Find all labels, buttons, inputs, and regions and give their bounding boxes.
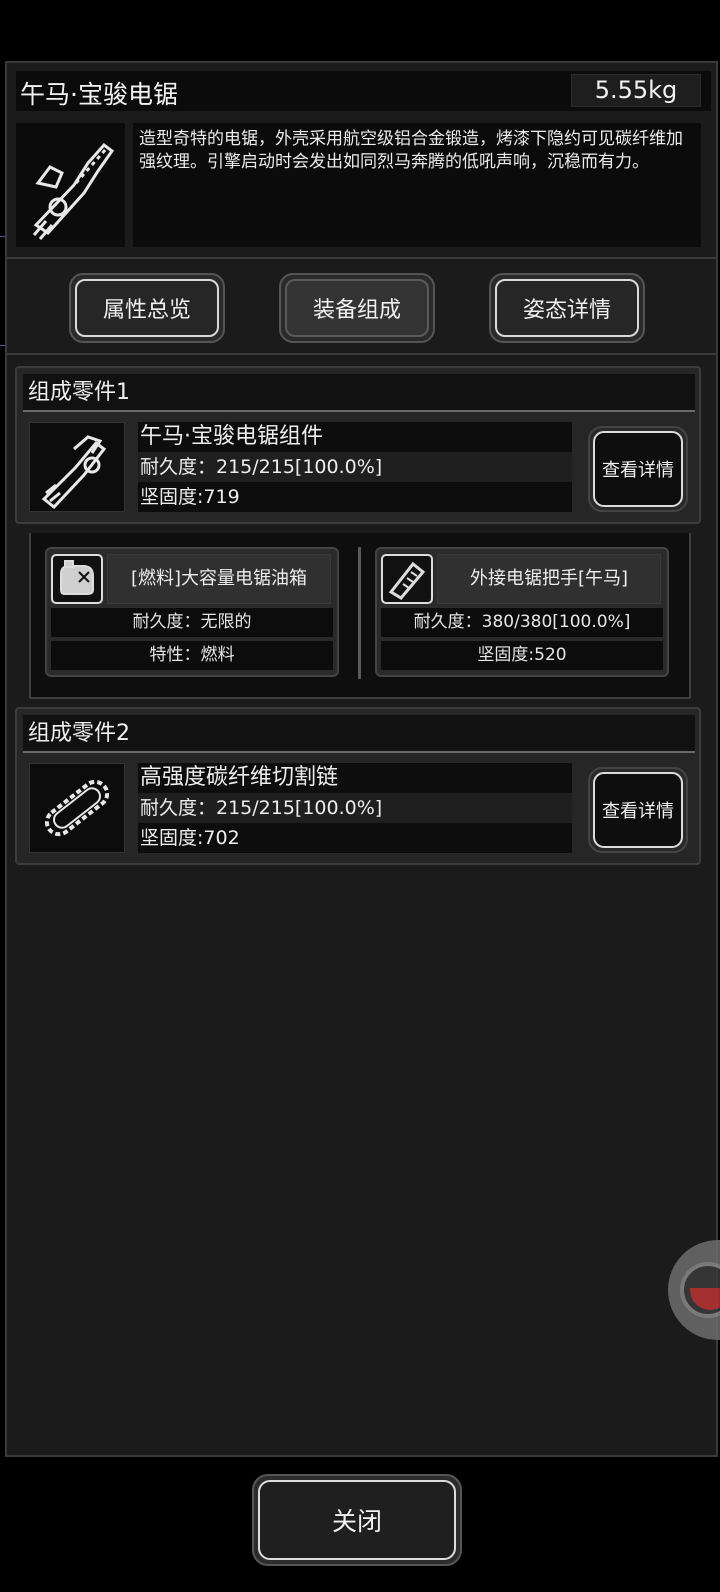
view-details-button[interactable]: 查看详情 bbox=[588, 426, 688, 512]
subpart-trait: 特性：燃料 bbox=[51, 641, 333, 670]
tab-stance-details[interactable]: 姿态详情 bbox=[489, 273, 645, 343]
tab-label: 装备组成 bbox=[285, 279, 429, 337]
subpart-durability: 耐久度：380/380[100.0%] bbox=[381, 608, 663, 637]
component-header: 组成零件1 bbox=[23, 374, 695, 412]
item-weight: 5.55kg bbox=[571, 74, 701, 107]
item-description: 造型奇特的电锯，外壳采用航空级铝合金锻造，烤漆下隐约可见碳纤维加强纹理。引擎启动… bbox=[133, 123, 701, 247]
subpart-durability: 耐久度：无限的 bbox=[51, 608, 333, 637]
tab-equipment-composition[interactable]: 装备组成 bbox=[279, 273, 435, 343]
assistant-icon bbox=[680, 1262, 720, 1318]
subpart-title: 外接电锯把手[午马] bbox=[437, 554, 661, 604]
view-details-label: 查看详情 bbox=[593, 431, 683, 507]
component-block-1: 组成零件1 午马·宝骏电锯组件 耐久度：215/215[100.0%] 坚固度:… bbox=[15, 366, 701, 524]
component-info: 高强度碳纤维切割链 耐久度：215/215[100.0%] 坚固度:702 bbox=[138, 763, 572, 853]
component-info: 午马·宝骏电锯组件 耐久度：215/215[100.0%] 坚固度:719 bbox=[138, 422, 572, 512]
subpart-hardness: 坚固度:520 bbox=[381, 641, 663, 670]
component-hardness: 坚固度:702 bbox=[138, 823, 572, 853]
view-details-label: 查看详情 bbox=[593, 772, 683, 848]
chainsaw-icon bbox=[16, 123, 125, 247]
equipment-panel: 午马·宝骏电锯 5.55kg 造型奇特的电锯，外壳采用航空级铝合金锻造，烤漆下隐… bbox=[5, 61, 718, 1457]
divider bbox=[7, 353, 716, 355]
close-label: 关闭 bbox=[258, 1480, 456, 1560]
component-durability: 耐久度：215/215[100.0%] bbox=[138, 793, 572, 823]
subpart-title: [燃料]大容量电锯油箱 bbox=[107, 554, 331, 604]
component-name: 高强度碳纤维切割链 bbox=[138, 763, 572, 793]
tab-label: 姿态详情 bbox=[495, 279, 639, 337]
handle-icon bbox=[381, 554, 433, 604]
view-details-button[interactable]: 查看详情 bbox=[588, 767, 688, 853]
subparts-container: [燃料]大容量电锯油箱 耐久度：无限的 特性：燃料 外接电锯把手[午马] 耐久度… bbox=[29, 533, 691, 699]
subpart-card-handle[interactable]: 外接电锯把手[午马] 耐久度：380/380[100.0%] 坚固度:520 bbox=[375, 547, 669, 677]
tab-label: 属性总览 bbox=[75, 279, 219, 337]
close-button[interactable]: 关闭 bbox=[252, 1474, 462, 1566]
divider bbox=[7, 257, 716, 259]
component-durability: 耐久度：215/215[100.0%] bbox=[138, 452, 572, 482]
component-block-2: 组成零件2 高强度碳纤维切割链 耐久度：215/215[100.0%] 坚固度:… bbox=[15, 707, 701, 865]
chain-blade-icon bbox=[29, 763, 125, 853]
fuel-tank-icon bbox=[51, 554, 103, 604]
divider bbox=[358, 547, 361, 679]
component-header: 组成零件2 bbox=[23, 715, 695, 753]
item-title: 午马·宝骏电锯 bbox=[20, 80, 178, 109]
item-title-bar: 午马·宝骏电锯 5.55kg bbox=[16, 71, 711, 111]
component-name: 午马·宝骏电锯组件 bbox=[138, 422, 572, 452]
chainsaw-body-icon bbox=[29, 422, 125, 512]
component-hardness: 坚固度:719 bbox=[138, 482, 572, 512]
subpart-card-fuel-tank[interactable]: [燃料]大容量电锯油箱 耐久度：无限的 特性：燃料 bbox=[45, 547, 339, 677]
tab-attributes-overview[interactable]: 属性总览 bbox=[69, 273, 225, 343]
